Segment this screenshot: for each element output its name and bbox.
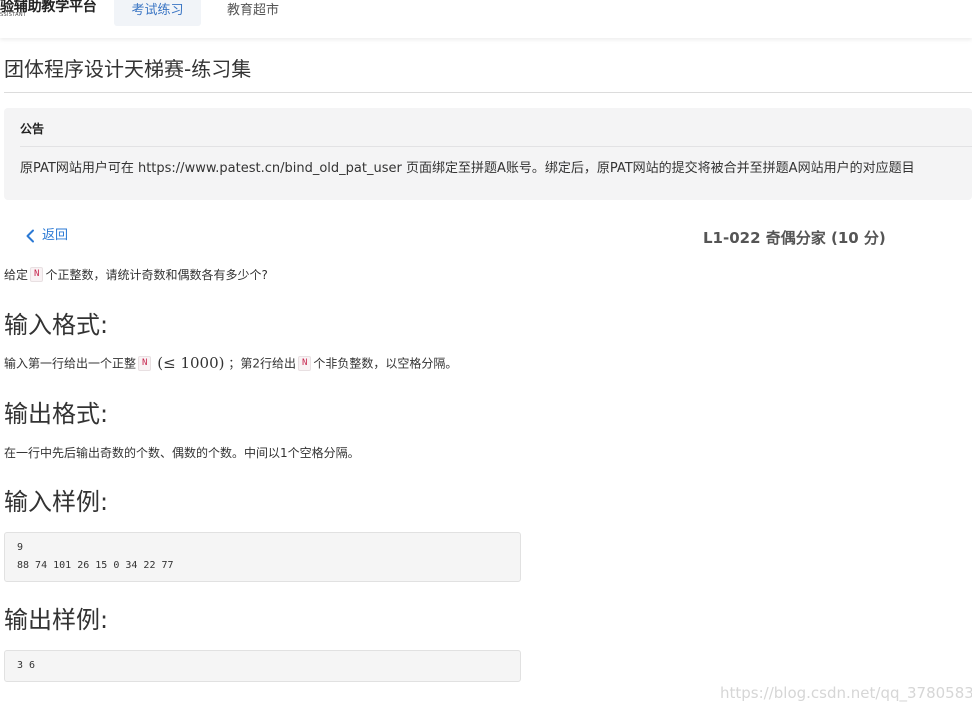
chevron-left-icon (26, 229, 34, 243)
code-line: 88 74 101 26 15 0 34 22 77 (17, 560, 174, 571)
variable-n-tag: N (138, 355, 152, 371)
title-divider (4, 92, 972, 93)
platform-logo[interactable]: 验辅助教学平台 SSISTANT (0, 0, 110, 26)
input-format-part3: 个非负整数，以空格分隔。 (313, 356, 458, 371)
top-nav-bar: 验辅助教学平台 SSISTANT 考试练习 教育超市 (0, 0, 972, 38)
code-line: 9 (17, 542, 24, 553)
announcement-title: 公告 (20, 122, 45, 136)
tab-exam-practice[interactable]: 考试练习 (114, 0, 201, 26)
variable-n-tag: N (30, 267, 44, 282)
output-format-text: 在一行中先后输出奇数的个数、偶数的个数。中间以1个空格分隔。 (4, 446, 360, 460)
description-text-after: 个正整数，请统计奇数和偶数各有多少个? (45, 268, 268, 282)
input-format-heading: 输入格式: (4, 311, 109, 339)
announcement-divider (20, 146, 972, 147)
logo-subtitle: SSISTANT (0, 12, 27, 18)
output-format-heading: 输出格式: (4, 400, 109, 428)
input-format-part1: 输入第一行给出一个正整 (4, 356, 137, 371)
problem-description: 给定 N 个正整数，请统计奇数和偶数各有多少个? (4, 266, 268, 283)
page-title: 团体程序设计天梯赛-练习集 (4, 57, 252, 81)
sample-output-code[interactable]: 3 6 (4, 650, 521, 682)
input-format-part2: ；第2行给出 (228, 356, 296, 371)
csdn-watermark: https://blog.csdn.net/qq_37805832 (720, 684, 972, 702)
variable-n-tag: N (297, 355, 312, 371)
constraint-math: (≤ 1000) (157, 354, 225, 372)
input-format-text: 输入第一行给出一个正整 N (≤ 1000) ；第2行给出 N 个非负整数，以空格分隔… (4, 354, 457, 372)
sample-input-code[interactable]: 9 88 74 101 26 15 0 34 22 77 (4, 532, 521, 582)
sample-output-heading: 输出样例: (4, 606, 109, 634)
tab-education-market[interactable]: 教育超市 (215, 0, 291, 26)
announcement-panel: 公告 原PAT网站用户可在 https://www.patest.cn/bind… (4, 108, 972, 200)
code-line: 3 6 (17, 660, 36, 671)
problem-title: L1-022 奇偶分家 (10 分) (703, 229, 886, 247)
announcement-body: 原PAT网站用户可在 https://www.patest.cn/bind_ol… (20, 161, 915, 176)
sample-input-heading: 输入样例: (4, 488, 109, 516)
description-text-before: 给定 (4, 268, 29, 282)
back-label: 返回 (42, 228, 69, 243)
